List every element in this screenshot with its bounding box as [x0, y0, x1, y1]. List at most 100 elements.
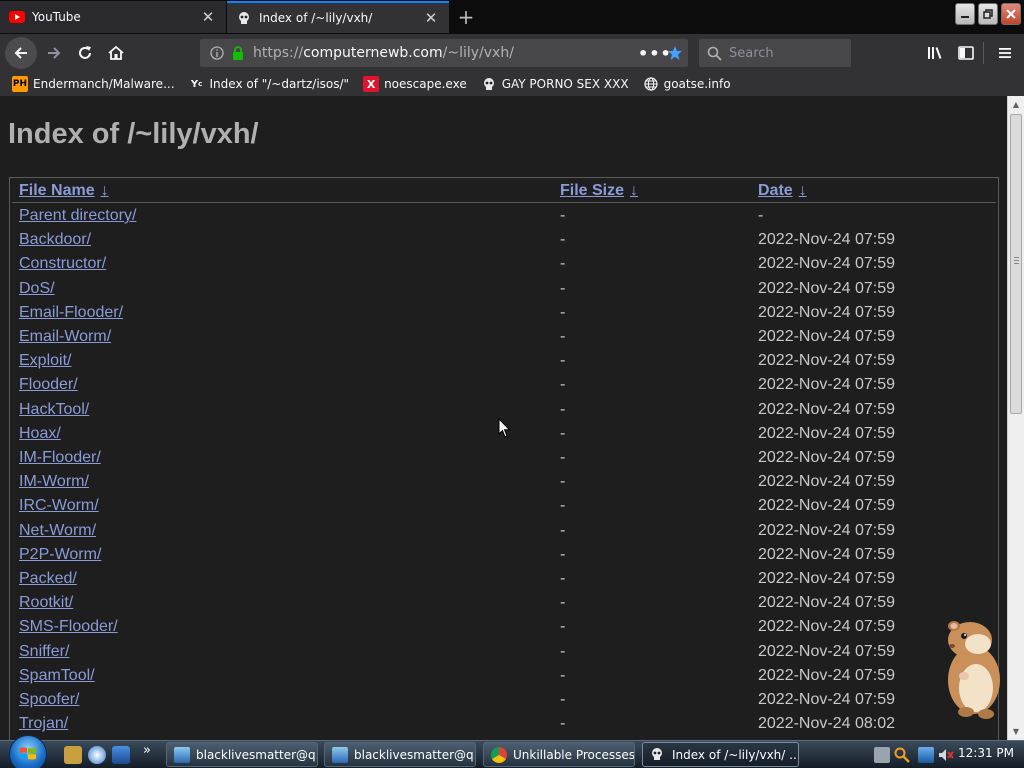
restore-button[interactable]: [978, 3, 998, 25]
scroll-up-arrow-icon[interactable]: ▲: [1008, 96, 1024, 112]
column-header-file-size[interactable]: File Size ↓: [560, 182, 638, 200]
search-placeholder: Search: [729, 45, 774, 61]
url-host: computernewb.com: [303, 45, 443, 61]
table-row: SpamTool/ - 2022-Nov-24 07:59: [10, 664, 996, 688]
directory-link[interactable]: Packed/: [19, 570, 77, 588]
file-date: 2022-Nov-24 08:02: [758, 715, 895, 733]
table-row: Net-Worm/ - 2022-Nov-24 07:59: [10, 519, 996, 543]
file-date: 2022-Nov-24 07:59: [758, 255, 895, 273]
taskbar-button-chrome[interactable]: Unkillable Processes...: [483, 742, 635, 767]
vertical-scrollbar[interactable]: ▲ ▼: [1007, 96, 1024, 740]
lock-icon[interactable]: [231, 45, 245, 61]
hamster-mascot[interactable]: [940, 616, 1004, 720]
column-header-file-name[interactable]: File Name ↓: [19, 182, 109, 200]
directory-link[interactable]: Exploit/: [19, 352, 71, 370]
window-close-button[interactable]: [1001, 3, 1021, 25]
directory-link[interactable]: Rootkit/: [19, 594, 73, 612]
sidebar-button[interactable]: [951, 38, 981, 68]
directory-link[interactable]: Backdoor/: [19, 231, 91, 249]
yc-icon: Yc: [190, 78, 203, 90]
directory-link[interactable]: IRC-Worm/: [19, 497, 99, 515]
quicklaunch-overflow-icon[interactable]: »: [143, 743, 151, 758]
bookmark-endermanch[interactable]: PH Endermanch/Malware...: [12, 76, 175, 92]
network-icon[interactable]: [918, 746, 934, 763]
start-button[interactable]: [9, 735, 47, 768]
directory-link[interactable]: Spoofer/: [19, 691, 79, 709]
hamburger-menu-icon: [999, 48, 1011, 58]
taskbar-button-explorer-2[interactable]: blacklivesmatter@q...: [324, 742, 476, 767]
library-button[interactable]: [920, 38, 950, 68]
menu-button[interactable]: [990, 38, 1020, 68]
arrow-left-icon: [14, 47, 27, 59]
forward-button[interactable]: [39, 38, 69, 68]
directory-link[interactable]: Hoax/: [19, 425, 61, 443]
tab-index-of-lily-vxh[interactable]: Index of /~lily/vxh/ ✕: [227, 1, 449, 33]
minimize-button[interactable]: [955, 3, 975, 25]
taskbar-button-explorer-1[interactable]: blacklivesmatter@q...: [166, 742, 318, 767]
toolbar-separator: [983, 42, 984, 64]
bookmark-dartz-isos[interactable]: Yc Index of "/~dartz/isos/": [189, 76, 349, 92]
new-tab-button[interactable]: +: [452, 4, 480, 30]
table-row: Backdoor/ - 2022-Nov-24 07:59: [10, 228, 996, 252]
scrollbar-thumb[interactable]: [1010, 114, 1022, 414]
info-icon[interactable]: [209, 45, 225, 61]
directory-link[interactable]: IM-Worm/: [19, 473, 89, 491]
table-row: IRC-Worm/ - 2022-Nov-24 07:59: [10, 494, 996, 518]
directory-link[interactable]: P2P-Worm/: [19, 546, 101, 564]
taskbar-clock[interactable]: 12:31 PM: [958, 746, 1014, 760]
close-icon[interactable]: ✕: [196, 5, 220, 29]
header-label: File Name: [19, 182, 95, 199]
bookmarks-toolbar: PH Endermanch/Malware... Yc Index of "/~…: [0, 72, 1024, 96]
directory-link[interactable]: Sniffer/: [19, 643, 69, 661]
bookmark-skull[interactable]: GAY PORNO SEX XXX: [481, 76, 629, 92]
tray-search-icon[interactable]: [894, 747, 910, 763]
directory-link[interactable]: Net-Worm/: [19, 522, 96, 540]
header-label: File Size: [560, 182, 625, 199]
scroll-down-arrow-icon[interactable]: ▼: [1008, 723, 1024, 739]
reload-icon: [79, 46, 91, 59]
screen: YouTube ✕ Index of /~lily/vxh/ ✕ + https…: [0, 0, 1024, 768]
home-button[interactable]: [101, 38, 131, 68]
quicklaunch-desktop-icon[interactable]: [112, 746, 130, 764]
tab-youtube[interactable]: YouTube ✕: [0, 1, 226, 33]
taskbar-button-label: Unkillable Processes...: [513, 747, 635, 762]
directory-link[interactable]: Email-Worm/: [19, 328, 111, 346]
file-size: -: [560, 521, 566, 539]
reload-button[interactable]: [70, 38, 100, 68]
quicklaunch-app-icon[interactable]: [64, 746, 82, 764]
taskbar-button-label: blacklivesmatter@q...: [196, 747, 318, 762]
directory-link[interactable]: IM-Flooder/: [19, 449, 101, 467]
url-text[interactable]: https://computernewb.com/~lily/vxh/: [253, 45, 514, 61]
volume-muted-icon[interactable]: [938, 747, 954, 763]
tray-app-icon[interactable]: [874, 746, 890, 763]
directory-link[interactable]: SpamTool/: [19, 667, 95, 685]
directory-link[interactable]: Constructor/: [19, 255, 106, 273]
directory-link[interactable]: Email-Flooder/: [19, 304, 123, 322]
quicklaunch-browser-icon[interactable]: [88, 746, 106, 764]
directory-link[interactable]: Flooder/: [19, 376, 78, 394]
bookmark-star-icon[interactable]: [662, 45, 688, 61]
url-bar[interactable]: https://computernewb.com/~lily/vxh/ •••: [200, 39, 688, 67]
bookmark-noescape[interactable]: X noescape.exe: [363, 76, 467, 92]
taskbar: » blacklivesmatter@q... blacklivesmatter…: [0, 735, 1024, 768]
file-size: -: [560, 473, 566, 491]
taskbar-button-firefox[interactable]: Index of /~lily/vxh/ ...: [642, 742, 799, 767]
directory-link[interactable]: Trojan/: [19, 715, 68, 733]
file-size: -: [560, 449, 566, 466]
file-date: 2022-Nov-24 07:59: [758, 424, 895, 442]
directory-link[interactable]: HackTool/: [19, 401, 89, 419]
directory-link[interactable]: DoS/: [19, 280, 55, 298]
table-row: Rootkit/ - 2022-Nov-24 07:59: [10, 591, 996, 615]
back-button[interactable]: [5, 37, 37, 69]
file-date: 2022-Nov-24 07:59: [758, 376, 895, 394]
table-row: SMS-Flooder/ - 2022-Nov-24 07:59: [10, 615, 996, 639]
directory-link[interactable]: SMS-Flooder/: [19, 618, 118, 636]
column-header-date[interactable]: Date ↓: [758, 182, 807, 200]
page-actions-icon[interactable]: •••: [638, 44, 671, 63]
directory-link[interactable]: Parent directory/: [19, 207, 136, 225]
table-row: Email-Worm/ - 2022-Nov-24 07:59: [10, 325, 996, 349]
search-box[interactable]: Search: [699, 39, 851, 67]
table-row: Spoofer/ - 2022-Nov-24 07:59: [10, 688, 996, 712]
close-icon[interactable]: ✕: [419, 6, 443, 30]
bookmark-goatse[interactable]: goatse.info: [643, 76, 731, 92]
